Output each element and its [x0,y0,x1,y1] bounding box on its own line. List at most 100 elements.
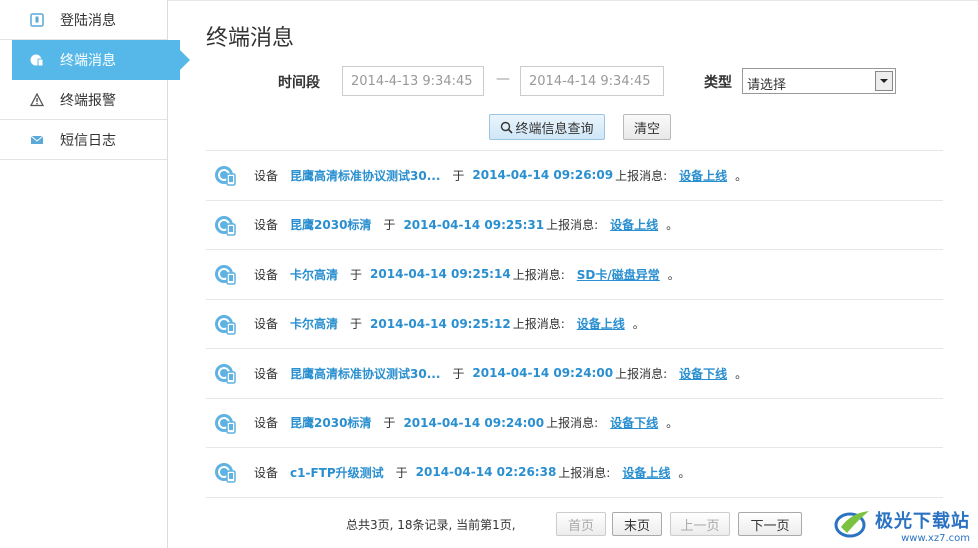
sidebar-item-label: 终端报警 [60,92,116,109]
list-item: 设备 卡尔高清于 2014-04-14 09:25:12 上报消息: 设备上线。 [206,300,943,349]
device-word: 设备 [254,465,279,480]
message-time: 2014-04-14 09:24:00 [403,415,545,430]
device-icon [214,213,238,237]
watermark-logo-icon [833,509,871,543]
device-name-link[interactable]: 昆鹰高清标准协议测试30... [290,167,440,184]
report-word: 上报消息: [512,267,565,282]
at-word: 于 [452,168,465,183]
message-time: 2014-04-14 09:25:12 [370,316,511,331]
mail-icon [30,133,44,147]
at-word: 于 [383,416,396,431]
period-label: 时间段 [278,75,320,91]
report-word: 上报消息: [512,317,565,332]
type-label: 类型 [704,75,732,91]
device-name-link[interactable]: c1-FTP升级测试 [290,464,384,481]
at-word: 于 [383,218,396,233]
device-name-link[interactable]: 卡尔高清 [290,266,338,283]
period-mark: 。 [735,366,748,381]
message-time: 2014-04-14 09:25:14 [370,267,511,282]
device-word: 设备 [254,168,279,183]
list-item: 设备 卡尔高清于 2014-04-14 09:25:14 上报消息: SD卡/磁盘异常。 [206,250,943,300]
message-list: 设备 昆鹰高清标准协议测试30... 于 2014-04-14 09:26:09 上报消… [206,150,943,498]
range-dash: — [496,71,510,87]
at-word: 于 [395,465,408,480]
period-mark: 。 [666,218,679,233]
sidebar-item-label: 短信日志 [60,132,116,149]
first-page-button[interactable]: 首页 [556,512,606,536]
device-icon [214,312,238,336]
message-content-link[interactable]: 设备上线 [622,464,670,481]
message-time: 2014-04-14 02:26:38 [415,465,557,480]
period-mark: 。 [666,416,679,431]
prev-page-button[interactable]: 上一页 [670,512,730,536]
sidebar-item-terminal-alarms[interactable]: 终端报警 [0,80,167,120]
message-content-link[interactable]: 设备上线 [679,167,727,184]
type-select[interactable]: 请选择 [742,68,896,94]
period-mark: 。 [667,267,680,282]
filter-row: 时间段 — 类型 请选择 [168,66,978,96]
type-select-value: 请选择 [747,78,787,93]
sidebar: 登陆消息 终端消息 终端报警 短信日志 [0,0,190,548]
device-name-link[interactable]: 卡尔高清 [290,315,338,332]
terminal-query-label: 终端信息查询 [515,121,594,137]
warning-icon [30,93,44,107]
period-mark: 。 [678,465,691,480]
page-title: 终端消息 [206,26,295,51]
device-icon [214,460,238,484]
watermark: 极光下载站 www.xz7.com [833,507,970,544]
message-content-link[interactable]: 设备下线 [679,365,727,382]
device-icon [214,411,238,435]
device-word: 设备 [254,416,279,431]
message-content-link[interactable]: 设备下线 [610,414,658,431]
end-time-input[interactable] [520,66,664,96]
watermark-brand: 极光下载站 [875,511,970,532]
last-page-button[interactable]: 末页 [612,512,662,536]
report-word: 上报消息: [615,366,668,381]
message-content-link[interactable]: SD卡/磁盘异常 [577,266,660,283]
main-content: 终端消息 时间段 — 类型 请选择 终端信息查询 清空 设备昆鹰高清标准协议测试… [168,0,978,548]
start-time-input[interactable] [342,66,484,96]
sidebar-item-label: 终端消息 [60,53,116,69]
sidebar-item-terminal-messages[interactable]: 终端消息 [12,40,190,80]
at-word: 于 [350,267,363,282]
device-icon [214,163,238,187]
device-word: 设备 [254,267,279,282]
list-item: 设备 昆鹰高清标准协议测试30... 于 2014-04-14 09:26:09 上报消… [206,151,943,201]
report-word: 上报消息: [546,218,599,233]
sidebar-item-login-messages[interactable]: 登陆消息 [0,0,167,40]
period-mark: 。 [735,168,748,183]
chevron-down-icon[interactable] [875,71,893,91]
message-time: 2014-04-14 09:25:31 [403,217,545,232]
message-content-link[interactable]: 设备上线 [610,216,658,233]
list-item: 设备 c1-FTP升级测试于 2014-04-14 02:26:38 上报消息: 设备上… [206,448,943,498]
pager-info: 总共3页, 18条记录, 当前第1页, [346,518,516,532]
terminal-message-icon [30,53,44,67]
device-icon [214,361,238,385]
device-icon [214,262,238,286]
next-page-button[interactable]: 下一页 [738,512,802,536]
watermark-url: www.xz7.com [901,533,970,544]
search-icon [500,121,514,134]
device-word: 设备 [254,218,279,233]
device-name-link[interactable]: 昆鹰2030标清 [290,216,371,233]
terminal-query-button[interactable]: 终端信息查询 [489,114,605,140]
device-word: 设备 [254,366,279,381]
message-time: 2014-04-14 09:24:00 [472,366,614,381]
list-item: 设备 昆鹰2030标清于 2014-04-14 09:25:31 上报消息: 设备上线。 [206,201,943,250]
clear-button[interactable]: 清空 [623,114,671,140]
device-name-link[interactable]: 昆鹰2030标清 [290,414,371,431]
sidebar-item-sms-log[interactable]: 短信日志 [0,120,167,160]
message-time: 2014-04-14 09:26:09 [472,168,614,183]
message-content-link[interactable]: 设备上线 [577,315,625,332]
at-word: 于 [350,317,363,332]
list-item: 设备 昆鹰2030标清于 2014-04-14 09:24:00 上报消息: 设备下线。 [206,399,943,448]
report-word: 上报消息: [546,416,599,431]
at-word: 于 [452,366,465,381]
sidebar-item-label: 登陆消息 [60,12,116,29]
report-word: 上报消息: [558,465,611,480]
login-icon [30,13,44,27]
list-item: 设备 昆鹰高清标准协议测试30... 于 2014-04-14 09:24:00 上报消… [206,349,943,399]
device-name-link[interactable]: 昆鹰高清标准协议测试30... [290,365,440,382]
period-mark: 。 [632,317,645,332]
report-word: 上报消息: [615,168,668,183]
